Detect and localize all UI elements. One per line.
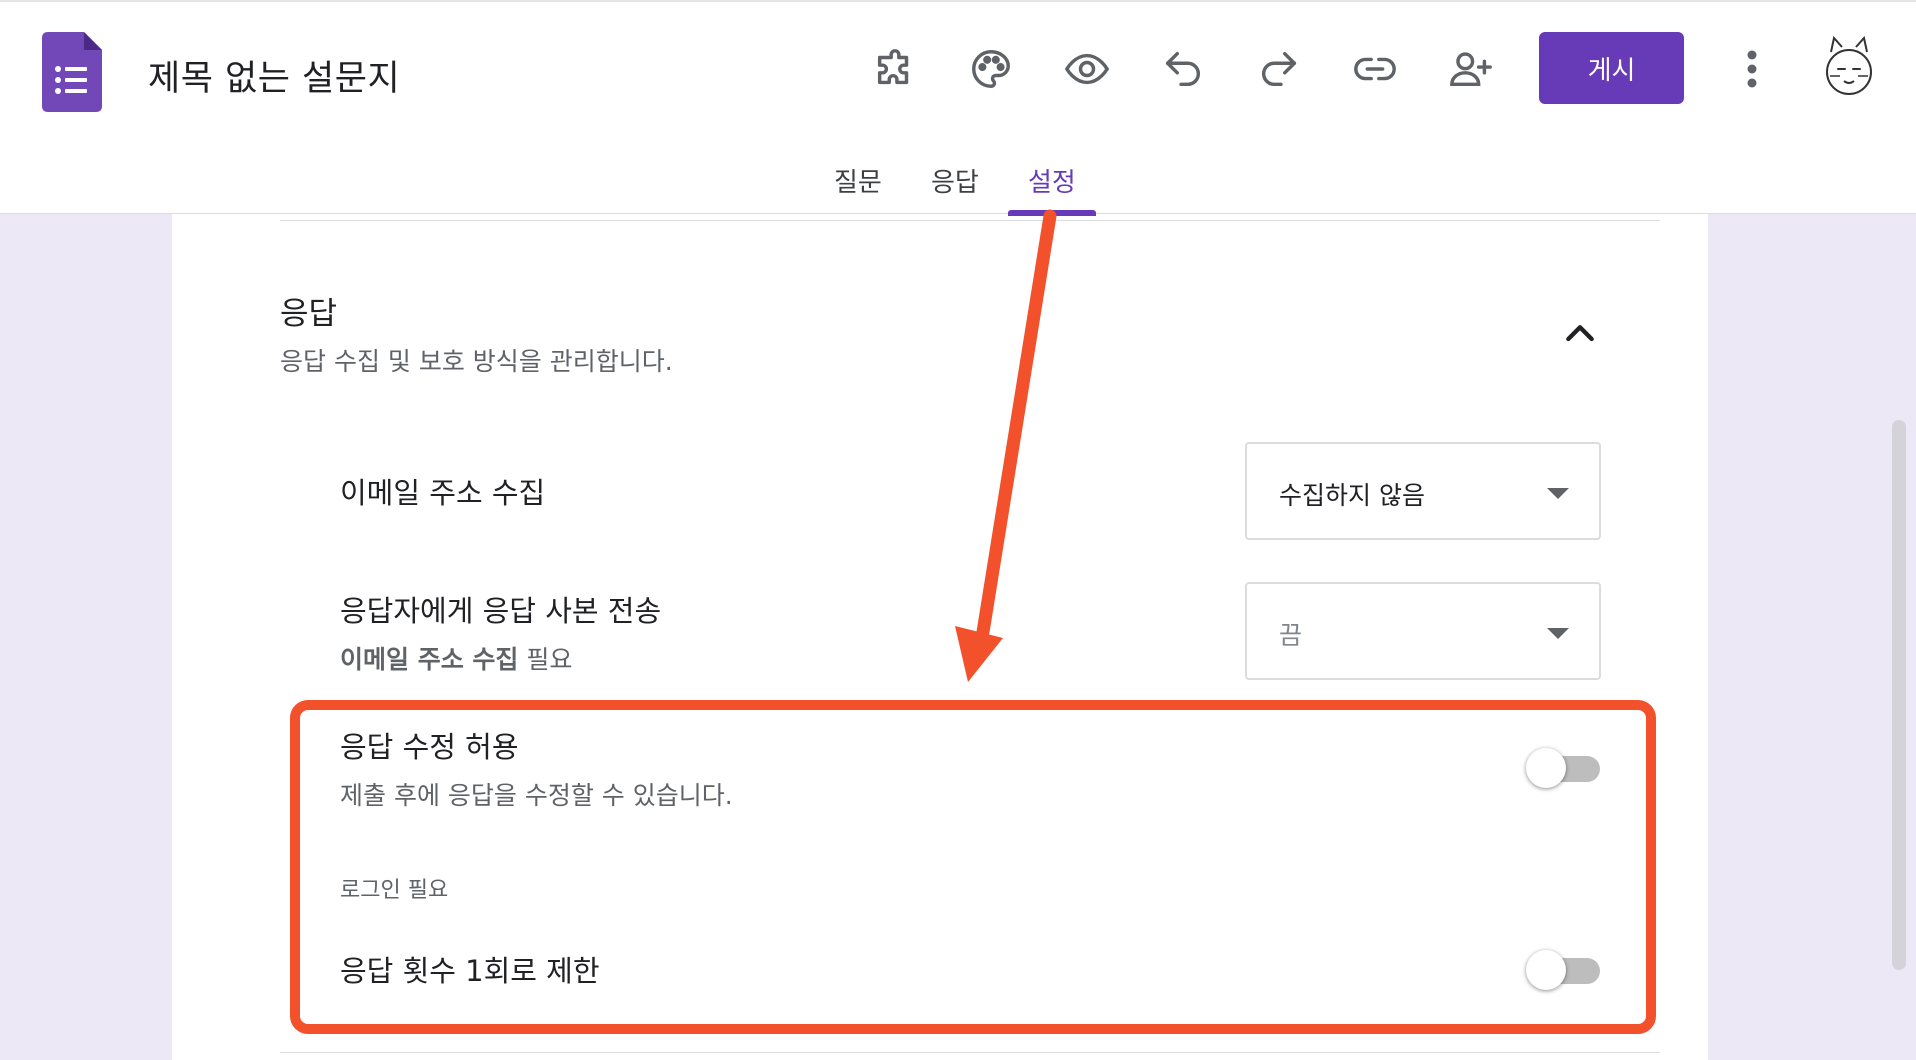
app-header: 제목 없는 설문지 게시 질문 응답 설정 xyxy=(0,0,1916,216)
collect-email-dropdown[interactable]: 수집하지 않음 xyxy=(1245,442,1601,540)
chevron-up-icon[interactable] xyxy=(1560,314,1600,354)
section-description: 응답 수집 및 보호 방식을 관리합니다. xyxy=(280,347,673,376)
link-icon[interactable] xyxy=(1346,40,1404,98)
form-tabs: 질문 응답 설정 xyxy=(0,152,1916,216)
dropdown-arrow-icon xyxy=(1547,488,1569,499)
tab-settings[interactable]: 설정 xyxy=(1028,162,1076,199)
palette-icon[interactable] xyxy=(962,40,1020,98)
requirement-setting-name: 이메일 주소 수집 xyxy=(340,645,519,674)
toggle-thumb xyxy=(1526,950,1566,990)
limit-one-response-toggle[interactable] xyxy=(1526,948,1602,992)
active-tab-indicator xyxy=(1008,210,1096,216)
allow-edit-toggle[interactable] xyxy=(1526,746,1602,790)
requirement-suffix: 필요 xyxy=(518,645,573,674)
send-copy-requirement: 이메일 주소 수집 필요 xyxy=(340,640,572,676)
dropdown-selected-value: 수집하지 않음 xyxy=(1279,481,1425,510)
tab-responses[interactable]: 응답 xyxy=(931,162,979,199)
scrollbar-thumb[interactable] xyxy=(1892,420,1906,970)
send-copy-label: 응답자에게 응답 사본 전송 xyxy=(340,594,662,628)
dropdown-selected-value: 끔 xyxy=(1279,621,1303,650)
undo-icon[interactable] xyxy=(1154,40,1212,98)
more-vert-icon[interactable] xyxy=(1734,40,1770,98)
forms-logo-icon[interactable] xyxy=(42,32,102,112)
allow-edit-label: 응답 수정 허용 xyxy=(340,730,519,764)
send-copy-dropdown[interactable]: 끔 xyxy=(1245,582,1601,680)
tab-questions[interactable]: 질문 xyxy=(834,162,882,199)
form-title[interactable]: 제목 없는 설문지 xyxy=(148,50,400,101)
section-title[interactable]: 응답 xyxy=(280,288,337,333)
dropdown-arrow-icon xyxy=(1547,628,1569,639)
responses-settings-card: 응답 응답 수집 및 보호 방식을 관리합니다. 이메일 주소 수집 수집하지 … xyxy=(172,214,1708,1060)
divider xyxy=(280,220,1660,221)
collect-email-label: 이메일 주소 수집 xyxy=(340,476,546,510)
login-required-group-label: 로그인 필요 xyxy=(340,878,449,903)
allow-edit-description: 제출 후에 응답을 수정할 수 있습니다. xyxy=(340,781,733,810)
publish-button[interactable]: 게시 xyxy=(1539,32,1684,104)
avatar[interactable] xyxy=(1820,34,1878,102)
divider xyxy=(280,1052,1660,1053)
toggle-thumb xyxy=(1526,748,1566,788)
add-person-icon[interactable] xyxy=(1442,40,1500,98)
limit-one-response-label: 응답 횟수 1회로 제한 xyxy=(340,954,600,988)
eye-icon[interactable] xyxy=(1058,40,1116,98)
puzzle-icon[interactable] xyxy=(866,40,924,98)
redo-icon[interactable] xyxy=(1250,40,1308,98)
